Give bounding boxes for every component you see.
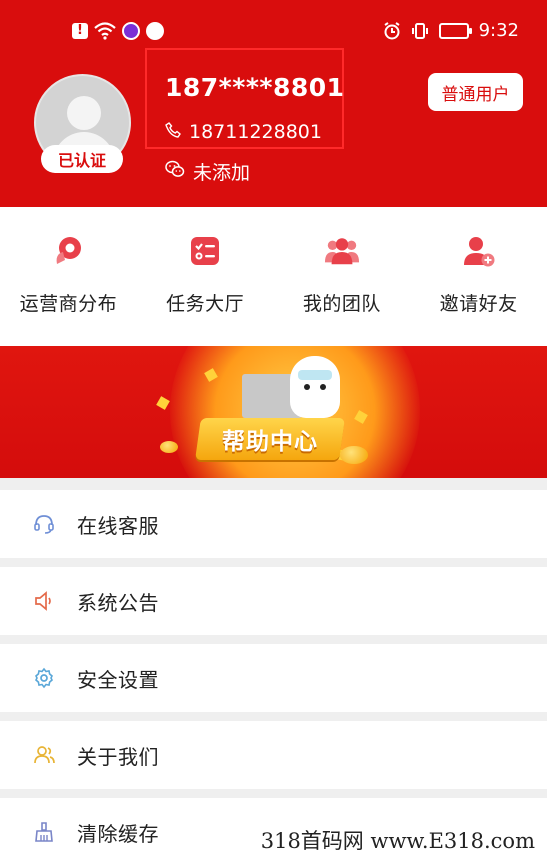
- mascot-eye: [320, 384, 326, 390]
- menu-item-label: 系统公告: [77, 590, 159, 615]
- mascot-illustration: [290, 356, 340, 418]
- menu-item-system-announcement[interactable]: 系统公告: [0, 567, 547, 635]
- mascot-mask: [298, 370, 332, 380]
- app-icon: [122, 22, 140, 40]
- quick-nav-invite-friends[interactable]: 邀请好友: [410, 207, 547, 346]
- quick-nav-operator-distribution[interactable]: 运营商分布: [0, 207, 137, 346]
- phone-row: 18711228801: [165, 121, 322, 143]
- help-center-banner[interactable]: 帮助中心: [0, 346, 547, 478]
- coin-decoration: [340, 446, 368, 464]
- wechat-status: 未添加: [193, 162, 251, 184]
- wechat-row[interactable]: 未添加: [165, 158, 250, 185]
- quick-nav: 运营商分布 任务大厅 我的团队 邀请好友: [0, 207, 547, 346]
- browser-icon: [146, 22, 164, 40]
- quick-nav-label: 邀请好友: [439, 293, 518, 315]
- quick-nav-label: 我的团队: [302, 293, 381, 315]
- invite-user-icon: [461, 233, 497, 269]
- wifi-icon: [94, 22, 116, 40]
- status-bar-left: !: [72, 22, 164, 40]
- menu-item-label: 关于我们: [77, 744, 159, 769]
- menu-item-label: 在线客服: [77, 513, 159, 538]
- banner-plate: 帮助中心: [195, 418, 345, 460]
- alarm-icon: [383, 21, 401, 40]
- task-list-icon: [187, 233, 223, 269]
- phone-icon: [165, 121, 181, 143]
- user-type-button[interactable]: 普通用户: [428, 73, 523, 111]
- menu-item-label: 安全设置: [77, 667, 159, 692]
- avatar-head: [67, 96, 101, 130]
- banner-title: 帮助中心: [222, 429, 318, 455]
- vibrate-icon: [411, 22, 429, 40]
- status-bar-right: 9:32: [383, 20, 519, 41]
- menu-item-about-us[interactable]: 关于我们: [0, 721, 547, 789]
- wechat-icon: [165, 160, 185, 183]
- confetti-decoration: [156, 396, 170, 410]
- username: 187****8801: [165, 73, 345, 102]
- quick-nav-label: 运营商分布: [19, 293, 118, 315]
- headset-icon: [33, 513, 55, 535]
- map-pin-icon: [50, 233, 86, 269]
- quick-nav-label: 任务大厅: [166, 293, 245, 315]
- alert-icon: !: [72, 23, 88, 39]
- phone-number: 18711228801: [189, 121, 322, 143]
- users-icon: [33, 744, 55, 766]
- menu-item-online-service[interactable]: 在线客服: [0, 490, 547, 558]
- coin-decoration: [160, 441, 178, 453]
- menu-item-security-settings[interactable]: 安全设置: [0, 644, 547, 712]
- mascot-eye: [304, 384, 310, 390]
- battery-icon: [438, 22, 472, 39]
- team-icon: [324, 233, 360, 269]
- status-time: 9:32: [478, 20, 519, 41]
- menu-item-label: 清除缓存: [77, 821, 159, 846]
- gear-icon: [33, 667, 55, 689]
- speaker-icon: [33, 590, 55, 612]
- quick-nav-my-team[interactable]: 我的团队: [274, 207, 411, 346]
- broom-icon: [33, 821, 55, 843]
- profile-header: ! 9:32 已认证 187****8801 18711228801 未添加 普…: [0, 0, 547, 207]
- watermark: 318首码网 www.E318.com: [258, 825, 537, 855]
- verified-badge: 已认证: [41, 145, 123, 173]
- quick-nav-task-hall[interactable]: 任务大厅: [137, 207, 274, 346]
